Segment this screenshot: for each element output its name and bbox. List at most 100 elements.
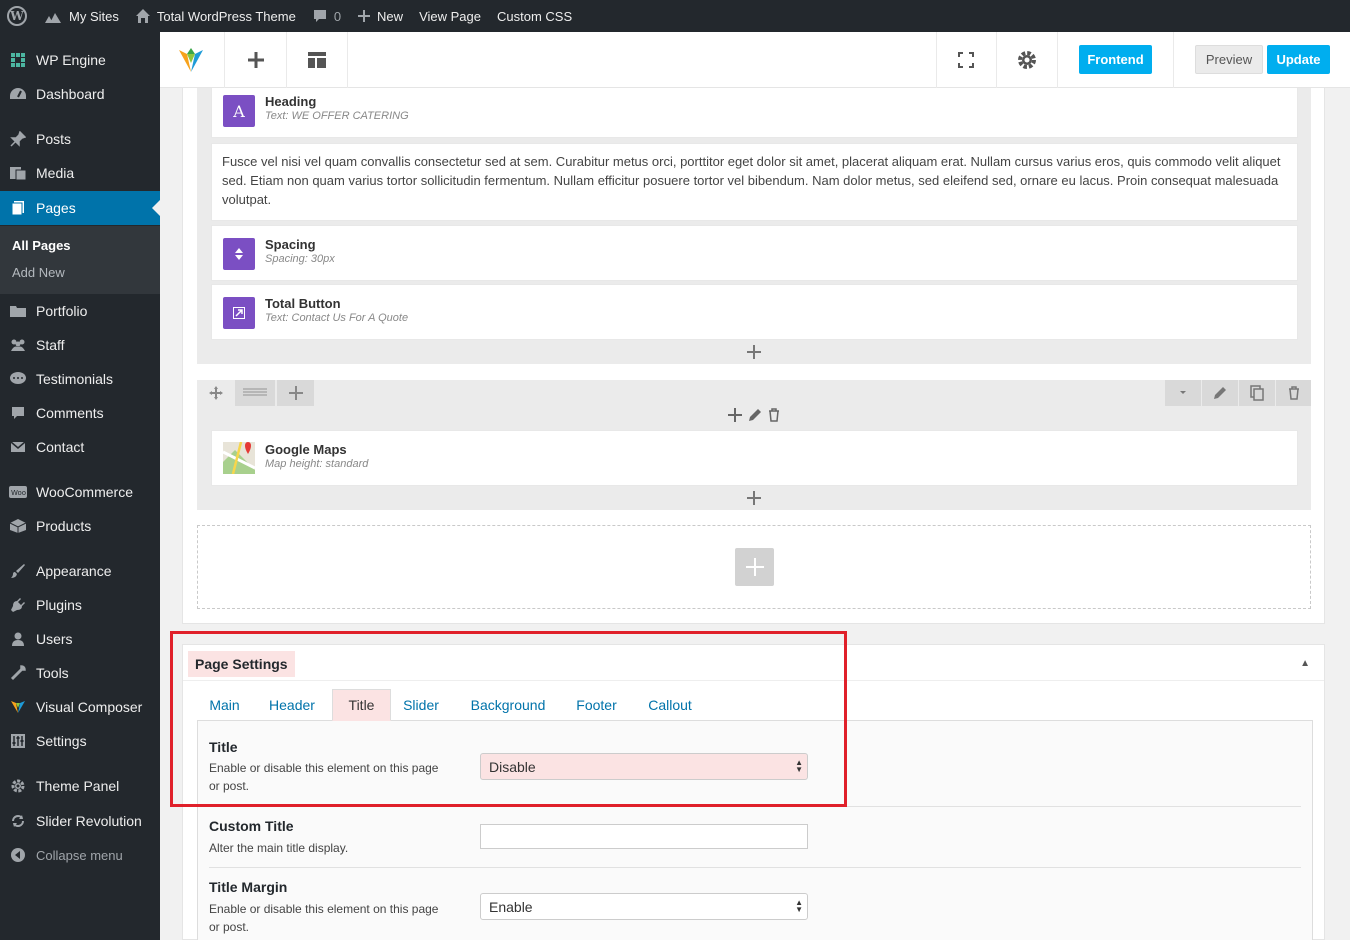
menu-dashboard[interactable]: Dashboard — [0, 77, 160, 111]
clone-row-icon[interactable] — [1239, 380, 1275, 406]
title-margin-field-label: Title Margin — [209, 879, 288, 895]
menu-appearance[interactable]: Appearance — [0, 554, 160, 588]
add-column-icon[interactable] — [277, 380, 314, 406]
custom-css-link[interactable]: Custom CSS — [489, 0, 580, 32]
add-element-icon[interactable] — [242, 46, 270, 74]
wordpress-logo-button[interactable]: W — [0, 0, 35, 32]
google-maps-element[interactable]: Google Maps Map height: standard — [211, 430, 1298, 486]
tab-footer[interactable]: Footer — [569, 689, 624, 721]
new-content-link[interactable]: New — [349, 0, 411, 32]
products-icon — [0, 518, 36, 534]
menu-plugins[interactable]: Plugins — [0, 588, 160, 622]
google-maps-element-subtitle: Map height: standard — [265, 458, 369, 470]
add-element-dropzone[interactable] — [197, 525, 1311, 609]
menu-tools[interactable]: Tools — [0, 656, 160, 690]
edit-column-icon[interactable] — [748, 408, 762, 427]
collapse-arrow-icon[interactable]: ▲ — [1300, 658, 1310, 669]
vc-logo-icon[interactable] — [177, 46, 205, 74]
fullscreen-icon[interactable] — [952, 46, 980, 74]
heading-element-title: Heading — [265, 94, 317, 109]
menu-posts[interactable]: Posts — [0, 122, 160, 156]
pin-icon — [0, 131, 36, 147]
templates-icon[interactable] — [303, 46, 331, 74]
menu-collapse[interactable]: Collapse menu — [0, 838, 160, 872]
menu-wp-engine[interactable]: WP Engine — [0, 43, 160, 77]
page-settings-tabs: Main Header Title Slider Background Foot… — [197, 689, 1313, 721]
submenu-add-new[interactable]: Add New — [12, 265, 65, 280]
sites-icon — [45, 13, 61, 23]
text-block-element[interactable]: Fusce vel nisi vel quam convallis consec… — [211, 143, 1298, 221]
tab-background[interactable]: Background — [458, 689, 558, 721]
menu-theme-panel[interactable]: Theme Panel — [0, 769, 160, 803]
comment-bubble-icon — [313, 10, 326, 22]
menu-settings[interactable]: Settings — [0, 724, 160, 758]
tab-main[interactable]: Main — [197, 689, 252, 721]
submenu-all-pages[interactable]: All Pages — [12, 238, 71, 253]
site-name-label: Total WordPress Theme — [156, 8, 296, 24]
main-content: Frontend Preview Update A Heading Text: … — [160, 32, 1350, 940]
menu-label: Theme Panel — [36, 778, 120, 794]
menu-comments[interactable]: Comments — [0, 396, 160, 430]
heading-element[interactable]: A Heading Text: WE OFFER CATERING — [211, 88, 1298, 138]
row-toggle-icon[interactable] — [1165, 380, 1201, 406]
update-button[interactable]: Update — [1267, 45, 1330, 74]
tab-slider[interactable]: Slider — [396, 689, 446, 721]
svg-text:Woo: Woo — [11, 489, 26, 497]
menu-portfolio[interactable]: Portfolio — [0, 294, 160, 328]
total-button-element[interactable]: Total Button Text: Contact Us For A Quot… — [211, 284, 1298, 340]
menu-visual-composer[interactable]: Visual Composer — [0, 690, 160, 724]
heading-element-subtitle: Text: WE OFFER CATERING — [265, 110, 409, 122]
menu-products[interactable]: Products — [0, 509, 160, 543]
add-element-plus-icon[interactable] — [744, 342, 764, 362]
preview-button[interactable]: Preview — [1195, 45, 1263, 74]
toolbar-divider — [224, 32, 225, 88]
comments-link[interactable]: 0 — [304, 0, 349, 32]
title-select-value: Disable — [489, 758, 536, 775]
tab-header[interactable]: Header — [257, 689, 327, 721]
title-margin-select[interactable]: Enable ▲ ▼ — [480, 893, 808, 920]
pages-submenu: All Pages Add New — [0, 226, 160, 294]
menu-media[interactable]: Media — [0, 156, 160, 190]
menu-label: Tools — [36, 665, 69, 681]
menu-label: Appearance — [36, 563, 112, 579]
menu-contact[interactable]: Contact — [0, 430, 160, 464]
settings-gear-icon[interactable] — [1013, 46, 1041, 74]
add-element-plus-icon[interactable] — [744, 488, 764, 508]
edit-row-icon[interactable] — [1202, 380, 1238, 406]
custom-title-input[interactable] — [480, 824, 808, 849]
menu-testimonials[interactable]: Testimonials — [0, 362, 160, 396]
site-name-link[interactable]: Total WordPress Theme — [127, 0, 304, 32]
menu-users[interactable]: Users — [0, 622, 160, 656]
home-icon — [135, 9, 150, 23]
brush-icon — [0, 563, 36, 579]
frontend-button[interactable]: Frontend — [1079, 45, 1152, 74]
menu-label: Visual Composer — [36, 699, 143, 715]
add-to-column-icon[interactable] — [728, 408, 742, 427]
move-row-icon[interactable] — [197, 380, 234, 406]
staff-icon — [0, 337, 36, 353]
menu-label: Pages — [36, 200, 76, 216]
title-margin-select-value: Enable — [489, 898, 533, 915]
menu-staff[interactable]: Staff — [0, 328, 160, 362]
menu-pages[interactable]: Pages — [0, 191, 160, 225]
column-controls — [728, 408, 780, 427]
row-layout-icon[interactable] — [235, 380, 275, 406]
menu-woocommerce[interactable]: Woo WooCommerce — [0, 475, 160, 509]
admin-sidebar: WP Engine Dashboard Posts Media Pages Al… — [0, 32, 160, 940]
menu-slider-revolution[interactable]: Slider Revolution — [0, 804, 160, 838]
tab-title[interactable]: Title — [332, 689, 391, 721]
delete-row-icon[interactable] — [1276, 380, 1311, 406]
page-settings-header[interactable]: Page Settings ▲ — [183, 645, 1324, 681]
toolbar-divider — [347, 32, 348, 88]
delete-column-icon[interactable] — [768, 408, 780, 427]
pages-icon — [0, 200, 36, 216]
tab-callout[interactable]: Callout — [637, 689, 703, 721]
title-select[interactable]: Disable ▲ ▼ — [480, 753, 808, 780]
toolbar-divider — [996, 32, 997, 88]
view-page-link[interactable]: View Page — [411, 0, 489, 32]
spacing-element[interactable]: Spacing Spacing: 30px — [211, 225, 1298, 281]
menu-label: WooCommerce — [36, 484, 133, 500]
add-element-big-button[interactable] — [735, 548, 774, 586]
my-sites-link[interactable]: My Sites — [35, 0, 127, 32]
select-arrows-icon: ▲ ▼ — [795, 758, 803, 774]
